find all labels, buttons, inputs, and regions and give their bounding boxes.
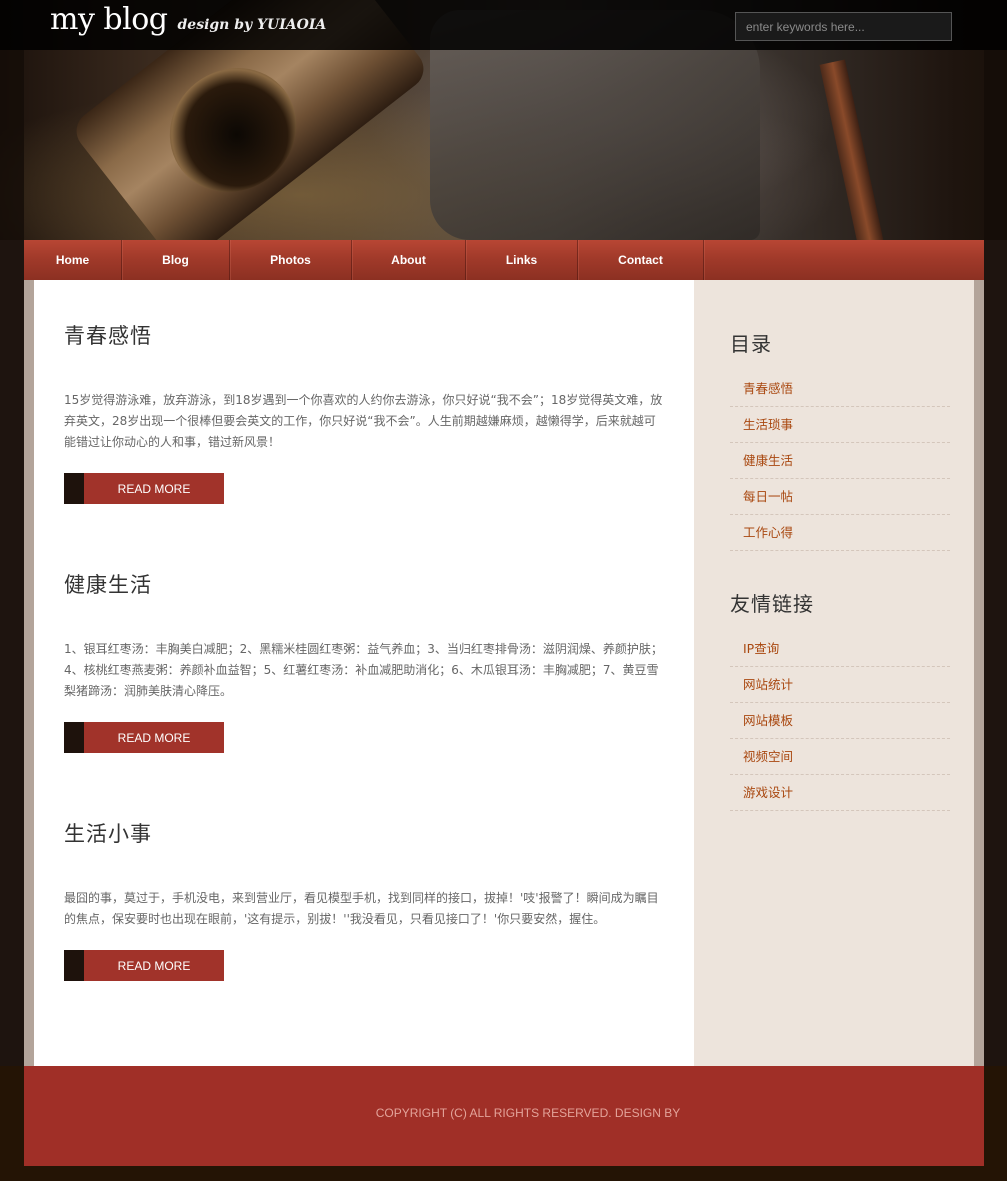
- nav-item-photos[interactable]: Photos: [230, 240, 352, 280]
- friend-link[interactable]: 游戏设计: [730, 775, 950, 811]
- nav-item-links[interactable]: Links: [466, 240, 578, 280]
- nav-item-blog[interactable]: Blog: [122, 240, 230, 280]
- post-item: 青春感悟 15岁觉得游泳难，放弃游泳，到18岁遇到一个你喜欢的人约你去游泳，你只…: [64, 320, 664, 504]
- nav-item-home[interactable]: Home: [24, 240, 122, 280]
- read-more-accent: [64, 473, 84, 504]
- read-more-accent: [64, 722, 84, 753]
- catalog-title: 目录: [730, 332, 772, 356]
- read-more-label: READ MORE: [84, 950, 224, 981]
- friend-link[interactable]: IP查询: [730, 631, 950, 667]
- banner-side-shade-left: [0, 50, 24, 240]
- read-more-button[interactable]: READ MORE: [64, 473, 224, 504]
- site-logo[interactable]: my blog design by YUIAOIA: [50, 2, 326, 37]
- catalog-list: 青春感悟 生活琐事 健康生活 每日一帖 工作心得: [730, 371, 950, 551]
- post-item: 生活小事 最囧的事，莫过于，手机没电，来到营业厅，看见模型手机，找到同样的接口，…: [64, 818, 664, 981]
- post-title[interactable]: 青春感悟: [64, 320, 664, 350]
- friend-links-section: 友情链接 IP查询 网站统计 网站模板 视频空间 游戏设计: [730, 588, 950, 811]
- catalog-link[interactable]: 青春感悟: [730, 371, 950, 407]
- friend-link[interactable]: 视频空间: [730, 739, 950, 775]
- main-content: 青春感悟 15岁觉得游泳难，放弃游泳，到18岁遇到一个你喜欢的人约你去游泳，你只…: [34, 280, 694, 1066]
- header-banner: my blog design by YUIAOIA: [0, 0, 1007, 240]
- friend-link[interactable]: 网站统计: [730, 667, 950, 703]
- catalog-link[interactable]: 每日一帖: [730, 479, 950, 515]
- read-more-label: READ MORE: [84, 473, 224, 504]
- read-more-button[interactable]: READ MORE: [64, 722, 224, 753]
- post-title[interactable]: 健康生活: [64, 569, 664, 599]
- post-title[interactable]: 生活小事: [64, 818, 664, 848]
- friend-link[interactable]: 网站模板: [730, 703, 950, 739]
- friend-links-list: IP查询 网站统计 网站模板 视频空间 游戏设计: [730, 631, 950, 811]
- post-item: 健康生活 1、银耳红枣汤：丰胸美白减肥；2、黑糯米桂圆红枣粥：益气养血；3、当归…: [64, 569, 664, 753]
- copyright-text: COPYRIGHT (C) ALL RIGHTS RESERVED. DESIG…: [375, 1106, 681, 1120]
- read-more-button[interactable]: READ MORE: [64, 950, 224, 981]
- post-excerpt: 15岁觉得游泳难，放弃游泳，到18岁遇到一个你喜欢的人约你去游泳，你只好说“我不…: [64, 393, 663, 449]
- catalog-section: 目录 青春感悟 生活琐事 健康生活 每日一帖 工作心得: [730, 328, 950, 551]
- catalog-link[interactable]: 生活琐事: [730, 407, 950, 443]
- logo-title: my blog: [50, 2, 168, 37]
- read-more-accent: [64, 950, 84, 981]
- nav-item-contact[interactable]: Contact: [578, 240, 704, 280]
- post-excerpt: 1、银耳红枣汤：丰胸美白减肥；2、黑糯米桂圆红枣粥：益气养血；3、当归红枣排骨汤…: [64, 642, 663, 698]
- logo-subtitle: design by YUIAOIA: [177, 17, 327, 33]
- main-nav: Home Blog Photos About Links Contact: [24, 240, 984, 280]
- search-input[interactable]: [735, 12, 952, 41]
- banner-side-shade-right: [984, 50, 1007, 240]
- read-more-label: READ MORE: [84, 722, 224, 753]
- post-excerpt: 最囧的事，莫过于，手机没电，来到营业厅，看见模型手机，找到同样的接口，拔掉！'吱…: [64, 891, 659, 926]
- catalog-link[interactable]: 工作心得: [730, 515, 950, 551]
- sidebar: 目录 青春感悟 生活琐事 健康生活 每日一帖 工作心得 友情链接 IP查询 网站…: [694, 280, 974, 1066]
- footer: COPYRIGHT (C) ALL RIGHTS RESERVED. DESIG…: [24, 1066, 984, 1166]
- banner-rust-bar-image: [819, 59, 887, 240]
- friend-links-title: 友情链接: [730, 592, 814, 616]
- nav-item-about[interactable]: About: [352, 240, 466, 280]
- catalog-link[interactable]: 健康生活: [730, 443, 950, 479]
